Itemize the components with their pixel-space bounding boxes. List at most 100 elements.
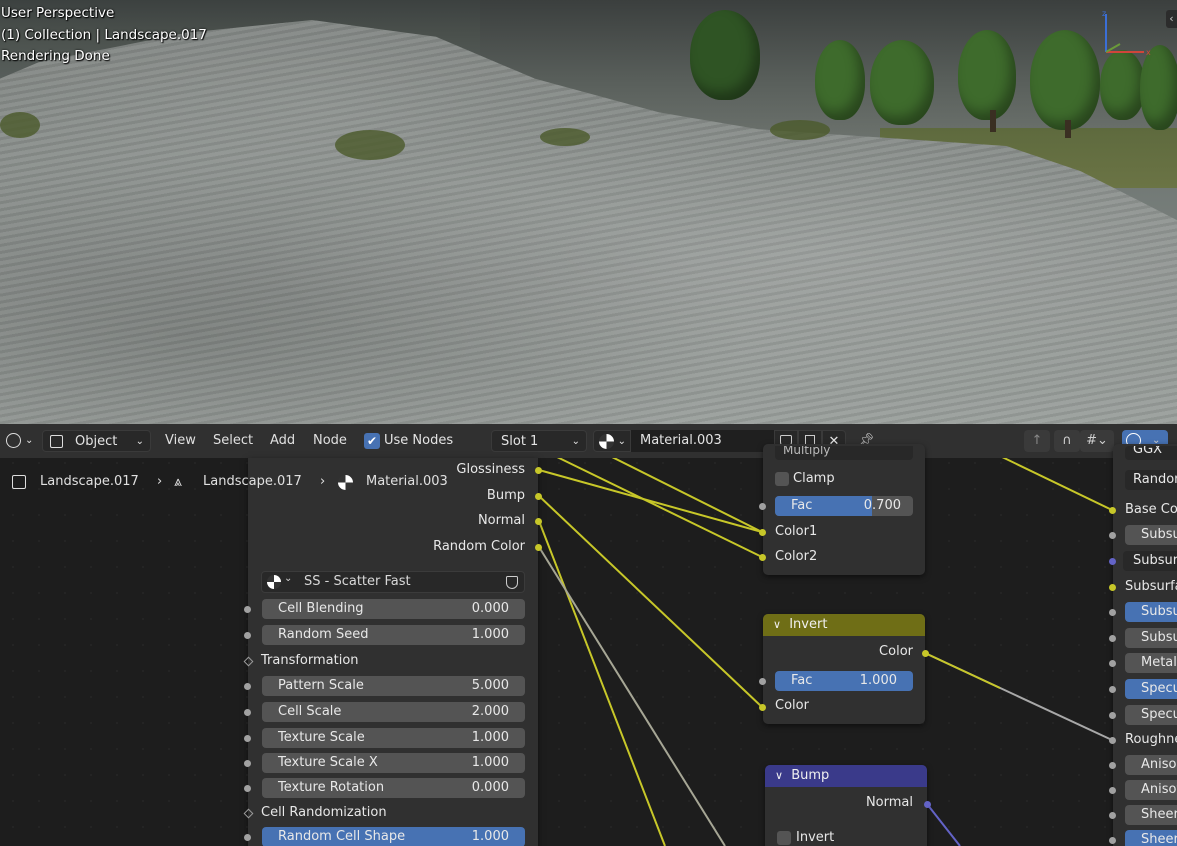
- anisotropic-rotation-field[interactable]: Anisot: [1125, 780, 1177, 800]
- 3d-viewport[interactable]: User Perspective (1) Collection | Landsc…: [0, 0, 1177, 424]
- moss-patch: [770, 120, 830, 140]
- socket-subsurface-color[interactable]: [1109, 584, 1116, 591]
- clamp-label: Clamp: [793, 471, 835, 486]
- breadcrumb-mesh[interactable]: Landscape.017: [203, 470, 302, 494]
- field-value: 1.000: [859, 673, 897, 688]
- moss-patch: [0, 112, 40, 138]
- chevron-down-icon: ∨: [773, 618, 782, 631]
- shader-node-editor[interactable]: ⌄ Object ⌄ View Select Add Node ✔ Use No…: [0, 424, 1177, 846]
- random-seed-field[interactable]: Random Seed 1.000: [262, 625, 525, 645]
- axis-gizmo-icon[interactable]: z x: [1098, 8, 1158, 60]
- texture-scale-x-field[interactable]: Texture Scale X 1.000: [262, 753, 525, 773]
- chevron-right-icon: ›: [157, 474, 163, 489]
- bump-node-header[interactable]: ∨ Bump: [765, 765, 927, 787]
- sidebar-toggle-arrow[interactable]: ‹: [1166, 10, 1177, 28]
- cell-blending-field[interactable]: Cell Blending 0.000: [262, 599, 525, 619]
- material-name-field[interactable]: Material.003: [631, 430, 774, 452]
- socket-subsurface-radius[interactable]: [1109, 558, 1116, 565]
- bump-node[interactable]: ∨ Bump Normal Invert: [765, 765, 927, 846]
- metallic-field[interactable]: Metall: [1125, 653, 1177, 673]
- socket-anisotropic-rotation[interactable]: [1109, 787, 1116, 794]
- socket-metallic[interactable]: [1109, 660, 1116, 667]
- viewport-status-label: Rendering Done: [1, 48, 110, 64]
- socket-texture-rotation[interactable]: [244, 785, 251, 792]
- sheen-tint-field[interactable]: Sheer: [1125, 830, 1177, 846]
- socket-texture-scale[interactable]: [244, 735, 251, 742]
- mix-fac-field[interactable]: Fac 0.700: [775, 496, 913, 516]
- socket-base-color[interactable]: [1109, 507, 1116, 514]
- socket-bump[interactable]: [535, 493, 542, 500]
- socket-random-color[interactable]: [535, 544, 542, 551]
- menu-view[interactable]: View: [165, 430, 196, 452]
- mix-rgb-node[interactable]: Multiply Clamp Fac 0.700 Color1 Color2: [763, 444, 925, 575]
- sheen-field[interactable]: Sheer: [1125, 805, 1177, 825]
- snap-button[interactable]: ∩: [1054, 430, 1080, 452]
- random-cell-shape-field[interactable]: Random Cell Shape 1.000: [262, 827, 525, 846]
- invert-checkbox[interactable]: [777, 831, 791, 845]
- socket-color2[interactable]: [759, 554, 766, 561]
- cell-scale-field[interactable]: Cell Scale 2.000: [262, 702, 525, 722]
- invert-node[interactable]: ∨ Invert Color Fac 1.000 Color: [763, 614, 925, 724]
- subsurface-aniso-field[interactable]: Subsu: [1125, 628, 1177, 648]
- mode-dropdown[interactable]: Object ⌄: [42, 430, 151, 452]
- socket-subsurface-ior[interactable]: [1109, 609, 1116, 616]
- socket-random-cell-shape[interactable]: [244, 834, 251, 841]
- socket-glossiness[interactable]: [535, 467, 542, 474]
- editor-type-button[interactable]: ⌄: [3, 430, 37, 452]
- socket-color1[interactable]: [759, 529, 766, 536]
- subsurface-radius-field[interactable]: Subsur: [1123, 551, 1177, 571]
- socket-random-seed[interactable]: [244, 632, 251, 639]
- blend-mode-dropdown[interactable]: Multiply: [775, 446, 913, 460]
- slot-dropdown[interactable]: Slot 1 ⌄: [491, 430, 587, 452]
- socket-pattern-scale[interactable]: [244, 683, 251, 690]
- chevron-down-icon: ⌄: [284, 573, 293, 584]
- socket-specular-tint[interactable]: [1109, 712, 1116, 719]
- socket-sheen-tint[interactable]: [1109, 837, 1116, 844]
- texture-rotation-field[interactable]: Texture Rotation 0.000: [262, 778, 525, 798]
- socket-invert-color[interactable]: [759, 704, 766, 711]
- use-nodes-checkbox[interactable]: ✔: [364, 433, 380, 449]
- breadcrumb-object[interactable]: Landscape.017: [40, 470, 139, 494]
- snap-mode-dropdown[interactable]: #⌄: [1080, 430, 1114, 452]
- socket-cell-scale[interactable]: [244, 709, 251, 716]
- pattern-scale-field[interactable]: Pattern Scale 5.000: [262, 676, 525, 696]
- socket-anisotropic[interactable]: [1109, 762, 1116, 769]
- socket-roughness[interactable]: [1109, 737, 1116, 744]
- tree: [958, 30, 1016, 120]
- tree: [870, 40, 934, 125]
- invert-node-header[interactable]: ∨ Invert: [763, 614, 925, 636]
- clamp-checkbox[interactable]: [775, 472, 789, 486]
- socket-cell-blending[interactable]: [244, 606, 251, 613]
- tree: [690, 10, 760, 100]
- parent-node-tree-button[interactable]: ↑: [1024, 430, 1050, 452]
- menu-node[interactable]: Node: [313, 430, 347, 452]
- distribution-dropdown[interactable]: GGX: [1125, 446, 1177, 460]
- socket-bump-normal[interactable]: [924, 801, 931, 808]
- subsurface-method-dropdown[interactable]: Random: [1125, 470, 1177, 490]
- subsurface-field[interactable]: Subsu: [1125, 525, 1177, 545]
- use-nodes-toggle[interactable]: ✔ Use Nodes: [363, 430, 463, 452]
- socket-specular[interactable]: [1109, 686, 1116, 693]
- invert-fac-field[interactable]: Fac 1.000: [775, 671, 913, 691]
- menu-add[interactable]: Add: [270, 430, 295, 452]
- socket-subsurface-aniso[interactable]: [1109, 635, 1116, 642]
- material-browse-button[interactable]: ⌄: [593, 430, 631, 452]
- principled-bsdf-node[interactable]: GGX Random Base Colo Subsu Subsur Subsur…: [1113, 444, 1177, 846]
- subsurface-ior-field[interactable]: Subsu: [1125, 602, 1177, 622]
- socket-texture-scale-x[interactable]: [244, 760, 251, 767]
- node-group-selector[interactable]: ⌄ SS - Scatter Fast: [261, 571, 525, 593]
- field-label: Texture Scale: [278, 730, 365, 745]
- socket-normal[interactable]: [535, 518, 542, 525]
- socket-subsurface[interactable]: [1109, 532, 1116, 539]
- specular-tint-field[interactable]: Specu: [1125, 705, 1177, 725]
- socket-sheen[interactable]: [1109, 812, 1116, 819]
- anisotropic-field[interactable]: Aniso: [1125, 755, 1177, 775]
- socket-invert-output[interactable]: [922, 650, 929, 657]
- menu-select[interactable]: Select: [213, 430, 253, 452]
- texture-scale-field[interactable]: Texture Scale 1.000: [262, 728, 525, 748]
- socket-mix-fac[interactable]: [759, 503, 766, 510]
- field-value: 1.000: [471, 755, 509, 770]
- specular-field[interactable]: Specu: [1125, 679, 1177, 699]
- shield-icon[interactable]: [506, 576, 518, 589]
- socket-invert-fac[interactable]: [759, 678, 766, 685]
